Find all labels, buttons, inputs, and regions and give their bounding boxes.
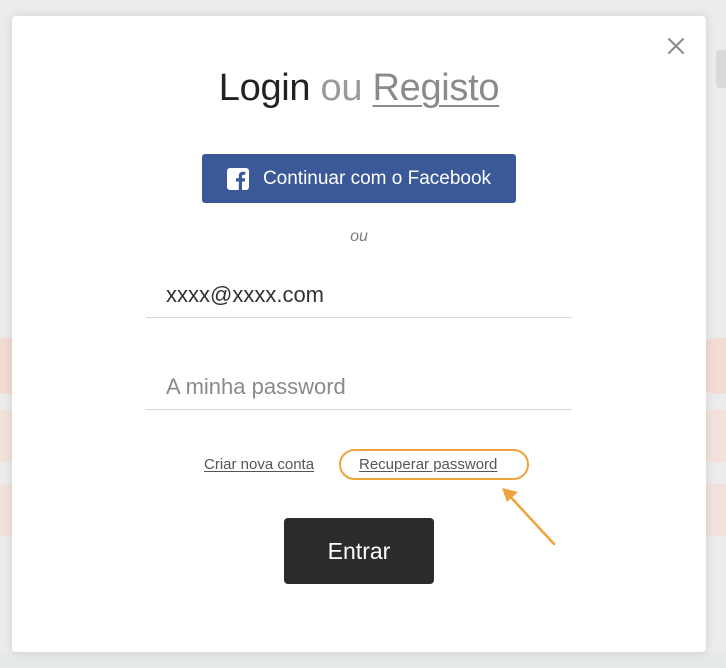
background-shape bbox=[706, 484, 726, 536]
background-shape bbox=[0, 652, 726, 668]
facebook-button-label: Continuar com o Facebook bbox=[262, 167, 492, 189]
divider-text: ou bbox=[350, 228, 368, 245]
password-input[interactable] bbox=[146, 364, 572, 410]
login-modal: Login ou Registo Continuar com o Faceboo… bbox=[12, 16, 706, 652]
recover-password-link[interactable]: Recuperar password bbox=[359, 456, 497, 473]
email-input[interactable] bbox=[146, 272, 572, 318]
modal-title: Login ou Registo bbox=[12, 64, 706, 112]
close-button[interactable] bbox=[664, 34, 688, 58]
register-link[interactable]: Registo bbox=[372, 67, 499, 109]
facebook-login-button[interactable]: Continuar com o Facebook bbox=[202, 154, 516, 203]
background-shape bbox=[706, 410, 726, 462]
close-icon bbox=[668, 38, 684, 54]
title-separator: ou bbox=[320, 67, 363, 109]
annotation-arrow-icon bbox=[502, 488, 556, 546]
facebook-icon bbox=[226, 167, 249, 190]
background-shape bbox=[716, 50, 726, 88]
title-login: Login bbox=[218, 67, 311, 109]
create-account-link[interactable]: Criar nova conta bbox=[204, 456, 314, 473]
login-submit-button[interactable]: Entrar bbox=[284, 518, 434, 584]
